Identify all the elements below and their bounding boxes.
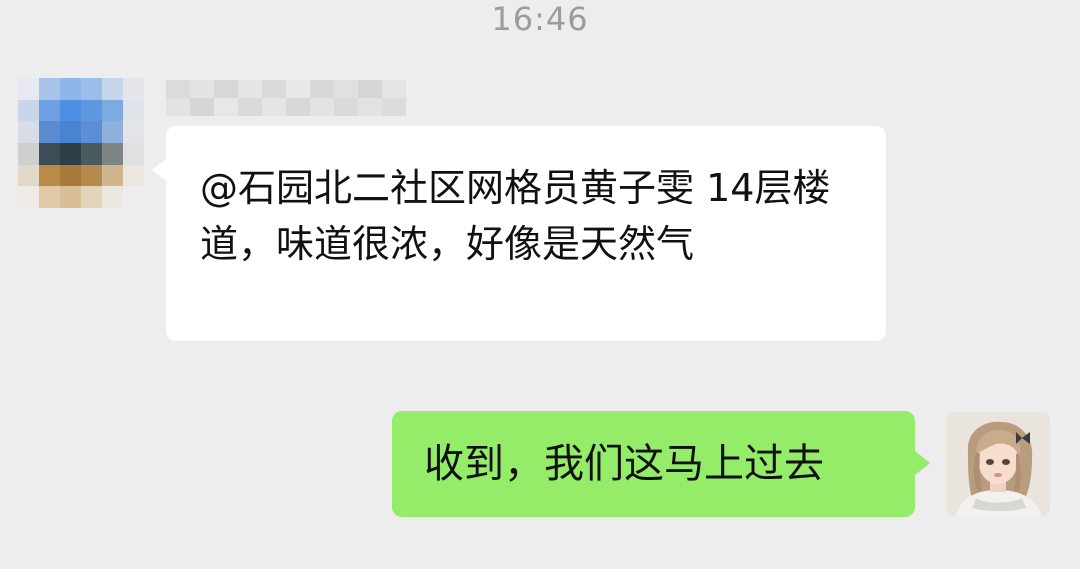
message-timestamp: 16:46 [491, 0, 589, 38]
sender-avatar[interactable] [18, 78, 144, 208]
outgoing-bubble-tail [915, 451, 930, 475]
self-avatar[interactable] [946, 412, 1050, 516]
girl-portrait-icon [946, 412, 1050, 516]
sender-name [166, 80, 406, 116]
outgoing-message-bubble[interactable]: 收到，我们这马上过去 [392, 411, 915, 517]
incoming-bubble-tail [152, 158, 167, 182]
incoming-message-bubble[interactable]: @石园北二社区网格员黄子雯 14层楼道，味道很浓，好像是天然气 [166, 126, 886, 341]
